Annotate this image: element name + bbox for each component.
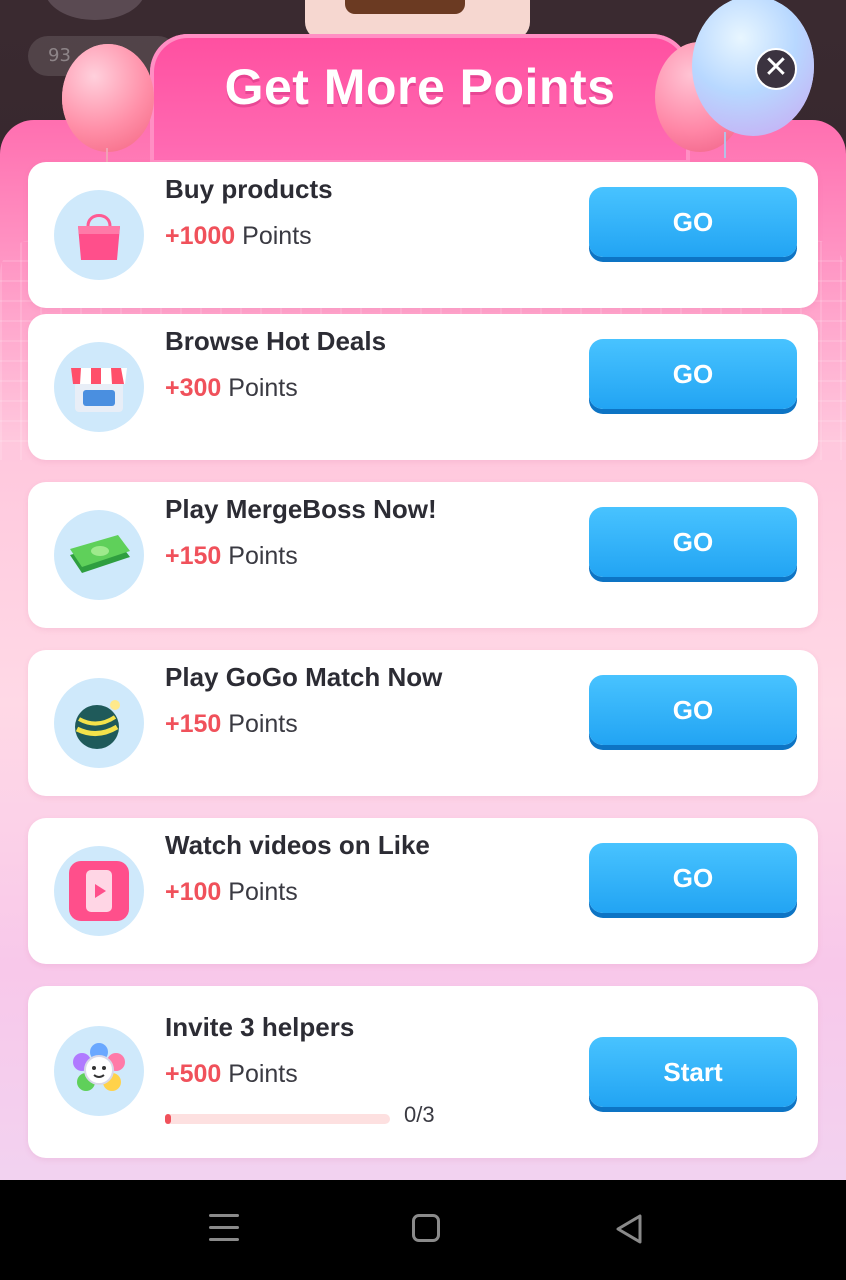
- menu-icon[interactable]: [209, 1212, 239, 1244]
- task-points: +150 Points: [165, 710, 298, 739]
- task-card-watch-videos: Watch videos on Like +100 Points GO: [28, 818, 818, 964]
- points-value: +1000: [165, 222, 236, 250]
- video-phone-icon: [54, 846, 144, 936]
- task-points: +1000 Points: [165, 222, 312, 251]
- task-title: Play MergeBoss Now!: [165, 494, 437, 524]
- task-points: +150 Points: [165, 542, 298, 571]
- background-avatar: [45, 0, 145, 20]
- points-value: +100: [165, 878, 222, 906]
- modal-title: Get More Points: [224, 59, 616, 115]
- points-value: +150: [165, 542, 222, 570]
- task-title: Invite 3 helpers: [165, 1012, 355, 1042]
- invite-progress-fill: [165, 1114, 171, 1124]
- points-unit: Points: [228, 878, 298, 906]
- shopping-bag-icon: [54, 190, 144, 280]
- points-unit: Points: [228, 1060, 298, 1088]
- cash-stack-icon: [54, 510, 144, 600]
- points-unit: Points: [228, 542, 298, 570]
- go-button[interactable]: GO: [589, 187, 797, 257]
- go-button[interactable]: GO: [589, 507, 797, 577]
- task-title: Buy products: [165, 174, 333, 204]
- points-value: +500: [165, 1060, 222, 1088]
- helpers-flower-icon: [54, 1026, 144, 1116]
- close-button[interactable]: ✕: [755, 48, 797, 90]
- bomb-icon: [54, 678, 144, 768]
- invite-progress-text: 0/3: [404, 1102, 435, 1127]
- task-card-invite-helpers: Invite 3 helpers +500 Points 0/3 Start: [28, 986, 818, 1158]
- task-points: +300 Points: [165, 374, 298, 403]
- close-icon: ✕: [763, 50, 789, 85]
- go-button[interactable]: GO: [589, 843, 797, 913]
- points-unit: Points: [228, 374, 298, 402]
- task-title: Play GoGo Match Now: [165, 662, 443, 692]
- home-icon[interactable]: [412, 1214, 440, 1242]
- invite-progress-bar: [165, 1114, 390, 1124]
- task-card-browse-hot-deals: Browse Hot Deals +300 Points GO: [28, 314, 818, 460]
- points-value: +150: [165, 710, 222, 738]
- start-button[interactable]: Start: [589, 1037, 797, 1107]
- storefront-icon: [54, 342, 144, 432]
- task-card-buy-products: Buy products +1000 Points GO: [28, 162, 818, 308]
- task-title: Watch videos on Like: [165, 830, 430, 860]
- go-button[interactable]: GO: [589, 675, 797, 745]
- back-icon[interactable]: [614, 1213, 644, 1249]
- points-value: +300: [165, 374, 222, 402]
- task-points: +100 Points: [165, 878, 298, 907]
- balloon-left-front-icon: [62, 44, 154, 188]
- task-points: +500 Points: [165, 1060, 298, 1089]
- task-card-play-gogo-match: Play GoGo Match Now +150 Points GO: [28, 650, 818, 796]
- task-title: Browse Hot Deals: [165, 326, 387, 356]
- points-unit: Points: [228, 710, 298, 738]
- go-button[interactable]: GO: [589, 339, 797, 409]
- task-card-play-mergeboss: Play MergeBoss Now! +150 Points GO: [28, 482, 818, 628]
- points-unit: Points: [242, 222, 312, 250]
- system-navigation-bar: [0, 1180, 846, 1280]
